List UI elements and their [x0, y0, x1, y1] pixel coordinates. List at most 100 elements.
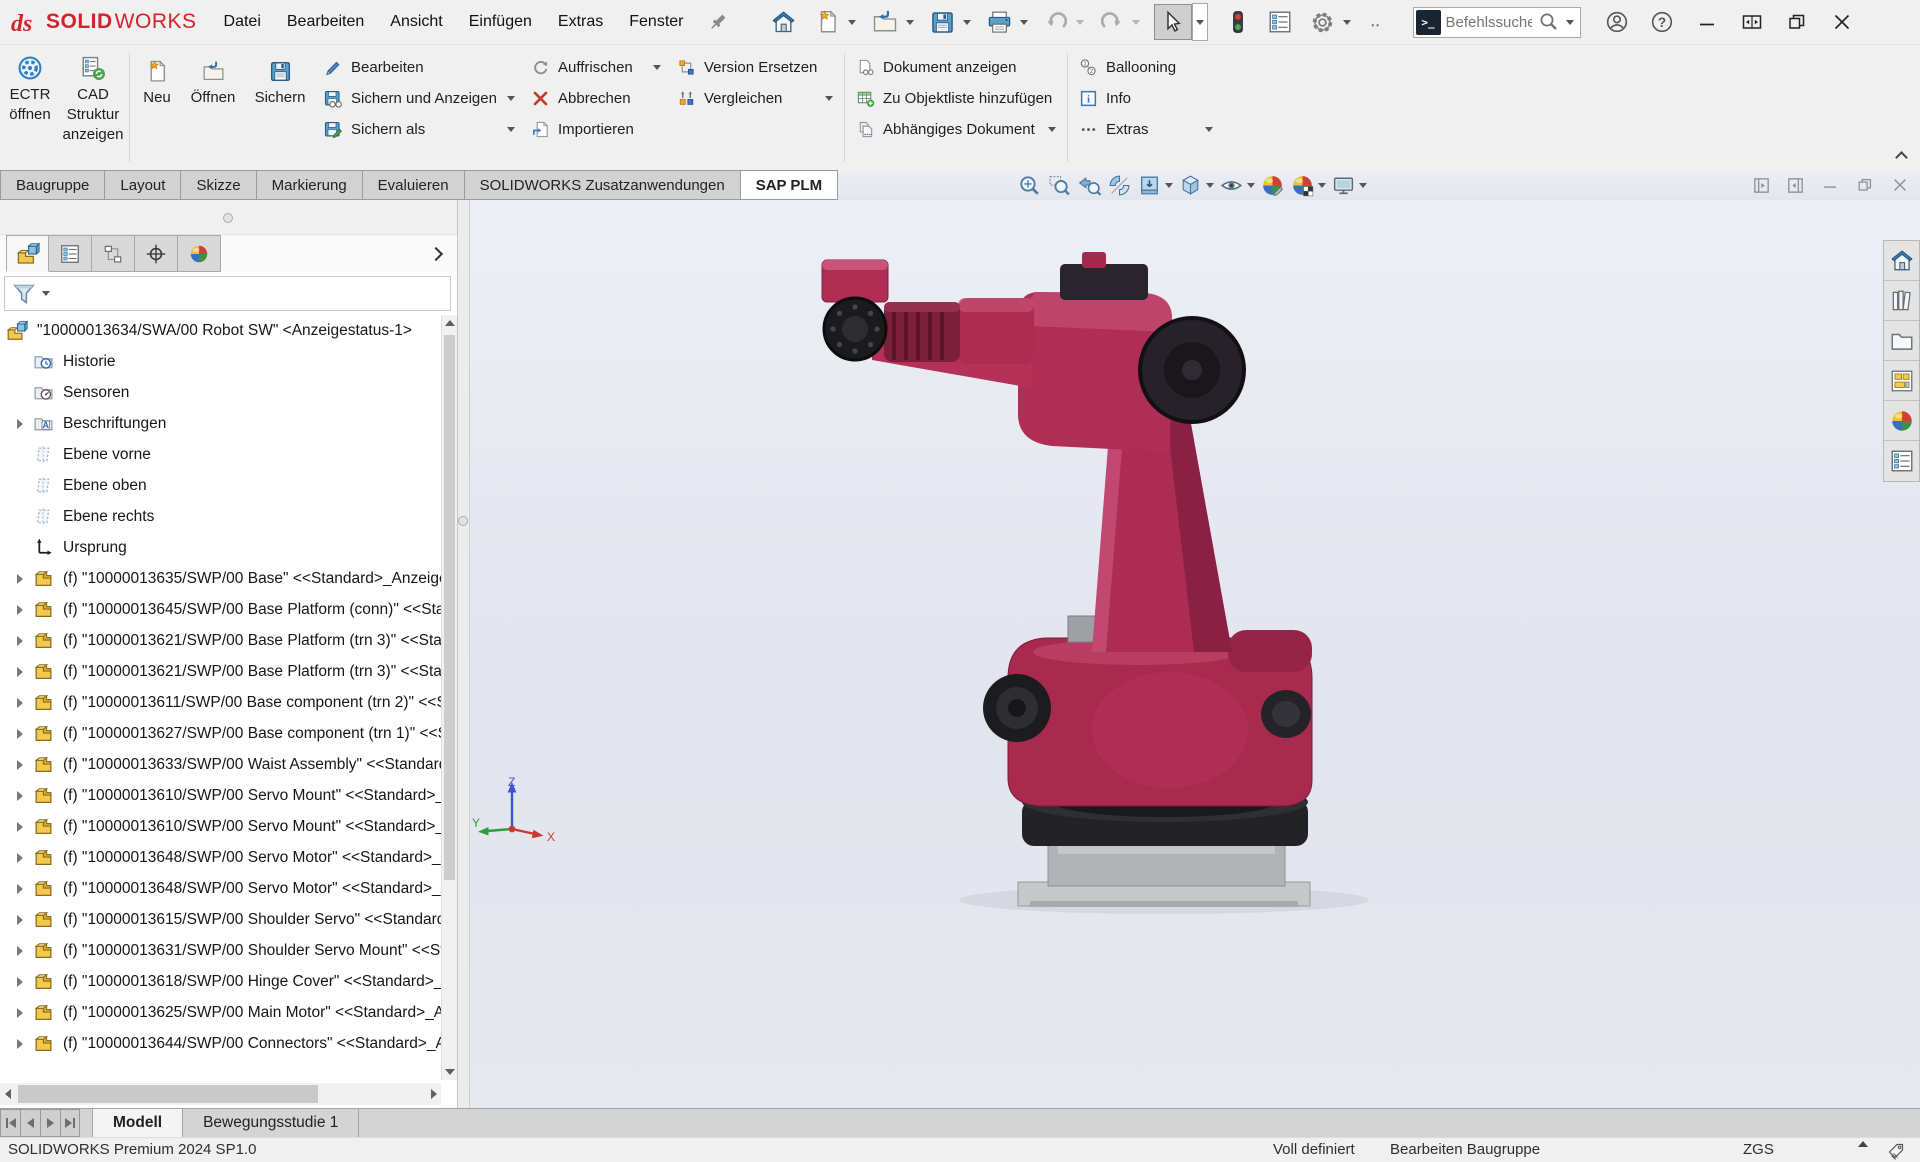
close-button[interactable] [1820, 3, 1865, 41]
expand-arrow[interactable] [6, 667, 33, 677]
options-dropdown[interactable] [1339, 4, 1355, 40]
tree-ebene-oben-row[interactable]: Ebene oben [0, 470, 441, 501]
display-settings-icon[interactable] [1264, 4, 1296, 40]
expand-arrow[interactable] [6, 419, 33, 429]
expand-arrow[interactable] [6, 760, 33, 770]
splitter-handle[interactable] [458, 516, 468, 526]
doc-restore-icon[interactable] [1855, 175, 1875, 195]
importieren-button[interactable]: Importieren [523, 114, 669, 145]
tree-beschriftungen-row[interactable]: Beschriftungen [0, 408, 441, 439]
sichern-und-anzeigen-button[interactable]: Sichern und Anzeigen [315, 83, 523, 114]
tree-component-row[interactable]: (f) "10000013633/SWP/00 Waist Assembly" … [0, 749, 441, 780]
open-dropdown[interactable] [902, 4, 918, 40]
tab-layout[interactable]: Layout [104, 170, 180, 200]
auffrischen-button[interactable]: Auffrischen [523, 52, 669, 83]
tree-sensoren-row[interactable]: Sensoren [0, 377, 441, 408]
select-dropdown[interactable] [1192, 3, 1208, 41]
tab-sap-plm[interactable]: SAP PLM [740, 170, 838, 200]
performance-evaluation-icon[interactable] [1222, 4, 1254, 40]
new-document-dropdown[interactable] [844, 4, 860, 40]
expand-arrow[interactable] [6, 791, 33, 801]
expand-arrow[interactable] [6, 822, 33, 832]
view-orientation-dropdown[interactable] [1165, 183, 1173, 188]
span-displays-button[interactable] [1730, 3, 1775, 41]
scroll-left-arrow[interactable] [0, 1083, 15, 1105]
tab-dimxpertmanager[interactable] [135, 235, 178, 272]
tag-icon[interactable] [1886, 1141, 1906, 1161]
ectr-oeffnen-button[interactable]: ECTR öffnen [0, 45, 60, 170]
abhaengiges-dokument-dropdown[interactable] [1048, 127, 1056, 132]
menu-fenster[interactable]: Fenster [616, 0, 696, 45]
tree-component-row[interactable]: (f) "10000013610/SWP/00 Servo Mount" <<S… [0, 811, 441, 842]
tab-displaymanager[interactable] [178, 235, 221, 272]
sichern-button[interactable]: Sichern [245, 45, 315, 170]
hide-show-items-icon[interactable] [1217, 171, 1246, 199]
zoom-fit-icon[interactable] [1015, 171, 1044, 199]
apply-scene-dropdown[interactable] [1318, 183, 1326, 188]
pin-menu-icon[interactable] [707, 11, 729, 33]
abbrechen-button[interactable]: Abbrechen [523, 83, 669, 114]
tree-vertical-scrollbar[interactable] [441, 315, 457, 1080]
search-icon[interactable] [1537, 10, 1561, 34]
tree-ebene-rechts-row[interactable]: Ebene rechts [0, 501, 441, 532]
scroll-up-arrow[interactable] [442, 315, 457, 331]
ballooning-button[interactable]: Ballooning [1071, 52, 1221, 83]
filter-dropdown[interactable] [42, 291, 50, 296]
taskpane-appearances-icon[interactable] [1884, 401, 1919, 441]
select-cursor-button[interactable] [1154, 4, 1192, 40]
oeffnen-button[interactable]: Öffnen [181, 45, 245, 170]
tree-root-row[interactable]: "10000013634/SWA/00 Robot SW" <Anzeigest… [0, 315, 441, 346]
scroll-right-arrow[interactable] [426, 1083, 441, 1105]
display-style-icon[interactable] [1176, 171, 1205, 199]
zu-objektliste-button[interactable]: Zu Objektliste hinzufügen [848, 83, 1064, 114]
vergleichen-dropdown[interactable] [825, 96, 833, 101]
tree-component-row[interactable]: (f) "10000013621/SWP/00 Base Platform (t… [0, 625, 441, 656]
save-dropdown[interactable] [959, 4, 975, 40]
menu-datei[interactable]: Datei [211, 0, 274, 45]
tab-featuremanager[interactable] [6, 235, 49, 272]
tree-component-row[interactable]: (f) "10000013610/SWP/00 Servo Mount" <<S… [0, 780, 441, 811]
minimize-button[interactable] [1685, 3, 1730, 41]
expand-arrow[interactable] [6, 946, 33, 956]
horizontal-scroll-thumb[interactable] [18, 1085, 318, 1103]
menu-bearbeiten[interactable]: Bearbeiten [274, 0, 377, 45]
version-ersetzen-button[interactable]: Version Ersetzen [669, 52, 841, 83]
panel-splitter-handle[interactable] [223, 213, 233, 223]
tree-ursprung-row[interactable]: Ursprung [0, 532, 441, 563]
view-orientation-icon[interactable] [1135, 171, 1164, 199]
tab-scroll-prev-button[interactable] [20, 1109, 40, 1137]
tab-configurationmanager[interactable] [92, 235, 135, 272]
more-options-icon[interactable] [1361, 4, 1391, 40]
tab-scroll-next-button[interactable] [40, 1109, 60, 1137]
filter-icon[interactable] [11, 281, 37, 307]
taskpane-home-icon[interactable] [1884, 241, 1919, 281]
tree-horizontal-scrollbar[interactable] [0, 1083, 441, 1105]
doc-close-icon[interactable] [1890, 175, 1910, 195]
menu-ansicht[interactable]: Ansicht [377, 0, 455, 45]
auffrischen-dropdown[interactable] [653, 65, 661, 70]
taskpane-file-explorer-icon[interactable] [1884, 321, 1919, 361]
tree-component-row[interactable]: (f) "10000013644/SWP/00 Connectors" <<St… [0, 1028, 441, 1059]
help-icon[interactable] [1640, 3, 1685, 41]
expand-arrow[interactable] [6, 977, 33, 987]
sichern-als-dropdown[interactable] [507, 127, 515, 132]
menu-extras[interactable]: Extras [545, 0, 616, 45]
doc-minimize-icon[interactable] [1820, 175, 1840, 195]
tab-scroll-first-button[interactable] [0, 1109, 20, 1137]
search-dropdown[interactable] [1566, 20, 1574, 25]
expand-arrow[interactable] [6, 884, 33, 894]
extras-dropdown[interactable] [1205, 127, 1213, 132]
graphics-viewport[interactable]: Z Y X [470, 200, 1920, 1108]
tree-component-row[interactable]: (f) "10000013611/SWP/00 Base component (… [0, 687, 441, 718]
collapse-pane-left-icon[interactable] [1752, 176, 1771, 195]
bearbeiten-button[interactable]: Bearbeiten [315, 52, 523, 83]
sichern-und-anzeigen-dropdown[interactable] [507, 96, 515, 101]
expand-arrow[interactable] [6, 853, 33, 863]
zoom-area-icon[interactable] [1045, 171, 1074, 199]
tree-component-row[interactable]: (f) "10000013635/SWP/00 Base" <<Standard… [0, 563, 441, 594]
tree-component-row[interactable]: (f) "10000013627/SWP/00 Base component (… [0, 718, 441, 749]
tree-ebene-vorne-row[interactable]: Ebene vorne [0, 439, 441, 470]
info-button[interactable]: Info [1071, 83, 1221, 114]
tree-component-row[interactable]: (f) "10000013615/SWP/00 Shoulder Servo" … [0, 904, 441, 935]
unit-system-caret[interactable] [1858, 1141, 1868, 1147]
